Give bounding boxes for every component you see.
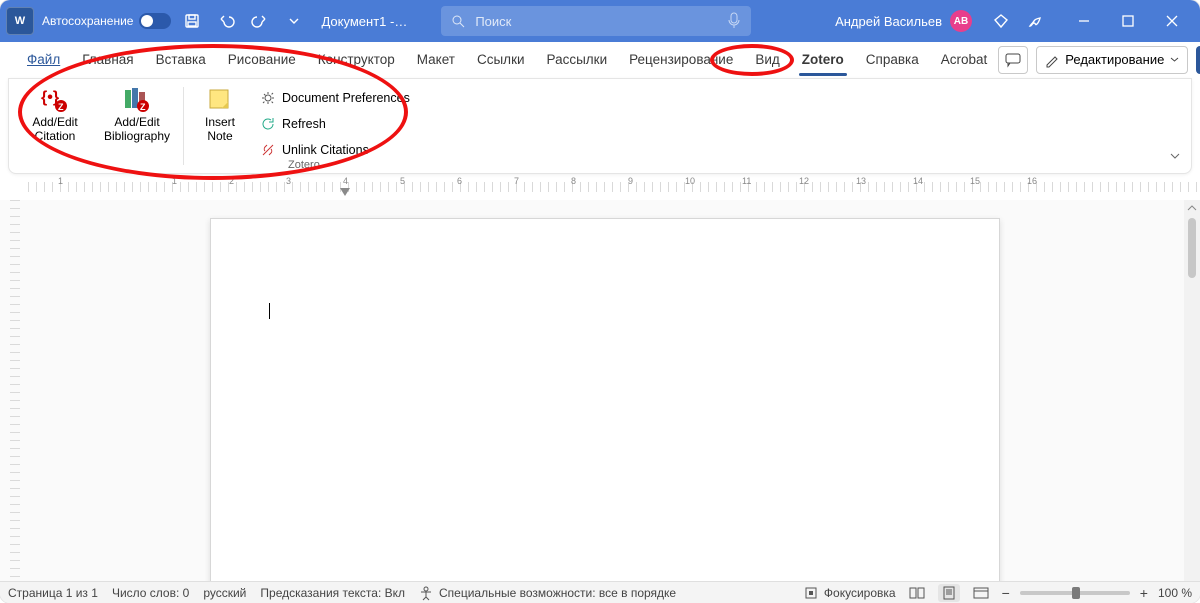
tab-references[interactable]: Ссылки [466,42,536,78]
tab-draw[interactable]: Рисование [217,42,307,78]
user-name: Андрей Васильев [835,14,942,29]
document-preferences-button[interactable]: Document Preferences [256,87,414,109]
refresh-icon [260,116,276,132]
scroll-thumb[interactable] [1188,218,1196,278]
close-button[interactable] [1150,0,1194,42]
tab-layout[interactable]: Макет [406,42,466,78]
zoom-level[interactable]: 100 % [1158,586,1192,600]
group-label-zotero: Zotero [184,159,424,171]
indent-marker[interactable] [340,188,350,196]
tab-file[interactable]: Файл [16,42,71,78]
print-layout-icon[interactable] [938,584,960,602]
search-box[interactable] [441,6,751,36]
status-bar: Страница 1 из 1 Число слов: 0 русский Пр… [0,581,1200,603]
status-page[interactable]: Страница 1 из 1 [8,586,98,600]
tab-design[interactable]: Конструктор [307,42,406,78]
search-input[interactable] [475,14,717,29]
focus-icon [804,586,818,600]
citation-icon: {•}Z [40,85,70,115]
gear-icon [260,90,276,106]
undo-icon[interactable] [213,8,239,34]
text-cursor [269,303,270,319]
comments-button[interactable] [998,46,1028,74]
svg-text:Z: Z [140,102,146,112]
unlink-citations-button[interactable]: Unlink Citations [256,139,414,161]
avatar: АВ [950,10,972,32]
autosave-label: Автосохранение [42,14,133,28]
minimize-button[interactable] [1062,0,1106,42]
read-mode-icon[interactable] [906,584,928,602]
vertical-ruler[interactable] [0,200,26,581]
document-page[interactable] [210,218,1000,581]
diamond-icon[interactable] [988,8,1014,34]
horizontal-ruler[interactable]: 112345678910111213141516 [28,174,1200,198]
insert-note-button[interactable]: Insert Note [194,83,246,161]
brush-icon[interactable] [1022,8,1048,34]
status-text-predictions[interactable]: Предсказания текста: Вкл [260,586,405,600]
status-accessibility[interactable]: Специальные возможности: все в порядке [419,586,676,600]
zoom-slider[interactable] [1020,591,1130,595]
tab-insert[interactable]: Вставка [145,42,217,78]
maximize-button[interactable] [1106,0,1150,42]
share-button[interactable] [1196,46,1200,74]
search-icon [451,14,465,28]
note-icon [205,85,235,115]
bibliography-icon: Z [122,85,152,115]
focus-mode-button[interactable]: Фокусировка [804,586,896,600]
accessibility-icon [419,586,433,600]
mic-icon[interactable] [727,12,741,30]
app-icon: W [6,7,34,35]
vertical-scrollbar[interactable] [1184,200,1200,581]
autosave-toggle[interactable]: Автосохранение [42,13,171,29]
tab-acrobat[interactable]: Acrobat [930,42,999,78]
web-layout-icon[interactable] [970,584,992,602]
status-language[interactable]: русский [203,586,246,600]
unlink-icon [260,142,276,158]
zoom-out-button[interactable]: − [1002,585,1010,601]
save-icon[interactable] [179,8,205,34]
tab-help[interactable]: Справка [855,42,930,78]
zoom-in-button[interactable]: + [1140,585,1148,601]
user-account[interactable]: Андрей Васильев АВ [827,10,980,32]
qat-dropdown-icon[interactable] [281,8,307,34]
tab-home[interactable]: Главная [71,42,144,78]
ribbon-collapse-icon[interactable] [1169,150,1181,165]
tab-zotero[interactable]: Zotero [791,42,855,78]
scroll-up-icon[interactable] [1186,202,1198,214]
svg-text:Z: Z [58,102,64,112]
editing-mode-label: Редактирование [1065,52,1164,67]
tab-review[interactable]: Рецензирование [618,42,744,78]
tab-mailings[interactable]: Рассылки [536,42,619,78]
status-word-count[interactable]: Число слов: 0 [112,586,189,600]
redo-icon[interactable] [247,8,273,34]
document-title[interactable]: Документ1 -… [315,14,413,29]
add-edit-citation-button[interactable]: {•}Z Add/Edit Citation [19,83,91,143]
add-edit-bibliography-button[interactable]: Z Add/Edit Bibliography [101,83,173,143]
editing-mode-dropdown[interactable]: Редактирование [1036,46,1188,74]
refresh-button[interactable]: Refresh [256,113,414,135]
tab-view[interactable]: Вид [744,42,790,78]
